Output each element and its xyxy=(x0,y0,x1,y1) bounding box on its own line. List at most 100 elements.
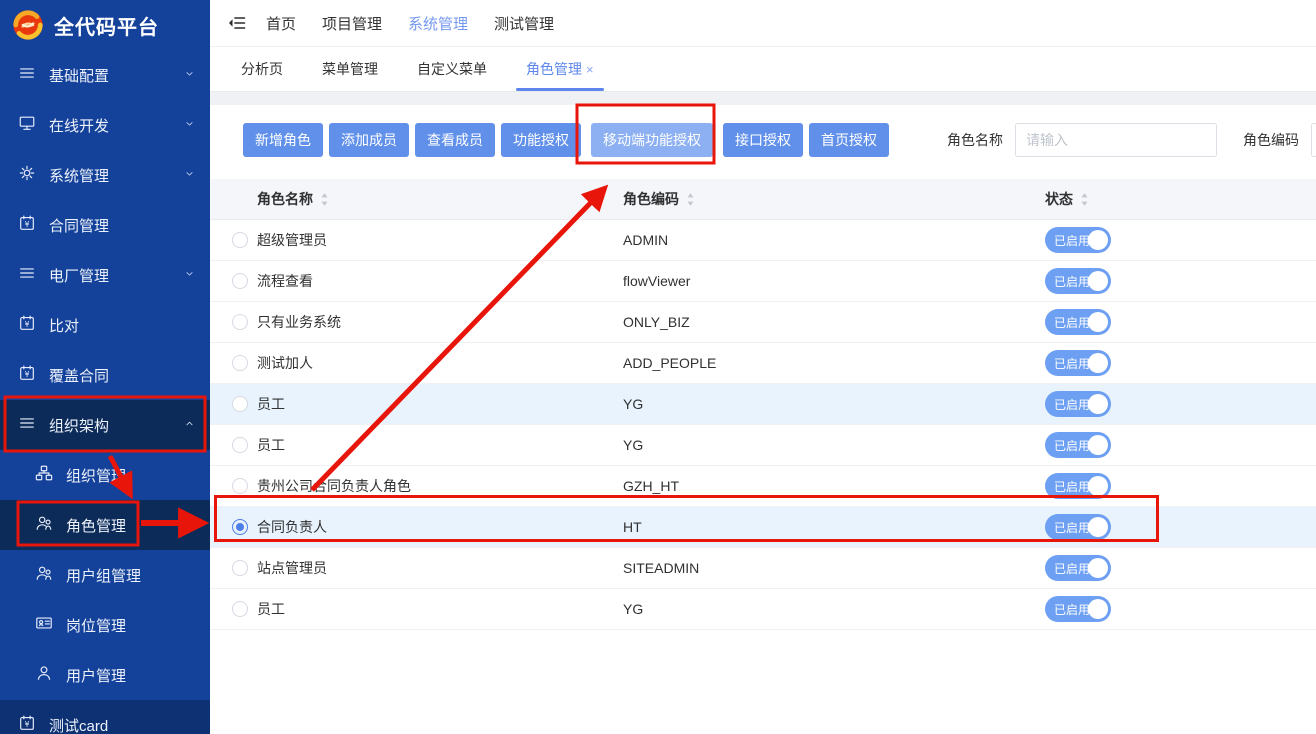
sidebar-item-plant-mgmt[interactable]: 电厂管理 xyxy=(0,250,210,300)
sidebar: 全代码平台 基础配置 在线开发 系统管理 合同管理 电厂管理 比对 覆盖合同 组… xyxy=(0,0,210,734)
table-row[interactable]: 员工 YG 已启用 xyxy=(210,384,1316,425)
column-header-role-code[interactable]: 角色编码 xyxy=(623,189,1045,209)
tab-menu-mgmt[interactable]: 菜单管理 xyxy=(319,47,381,91)
status-toggle-label: 已启用 xyxy=(1054,314,1090,331)
status-toggle-label: 已启用 xyxy=(1054,560,1090,577)
toggle-knob xyxy=(1088,394,1108,414)
sidebar-item-cover-contract[interactable]: 覆盖合同 xyxy=(0,350,210,400)
tab-custom-menu[interactable]: 自定义菜单 xyxy=(414,47,490,91)
table-row[interactable]: 员工 YG 已启用 xyxy=(210,589,1316,630)
row-radio[interactable] xyxy=(232,232,248,248)
table-row[interactable]: 贵州公司合同负责人角色 GZH_HT 已启用 xyxy=(210,466,1316,507)
nav-item-test-mgmt[interactable]: 测试管理 xyxy=(494,13,554,34)
sidebar-item-contract-mgmt[interactable]: 合同管理 xyxy=(0,200,210,250)
status-toggle[interactable]: 已启用 xyxy=(1045,432,1111,458)
role-name-cell: 流程查看 xyxy=(257,271,313,291)
table-header: 角色名称 角色编码 状态 xyxy=(210,179,1316,220)
table-row[interactable]: 只有业务系统 ONLY_BIZ 已启用 xyxy=(210,302,1316,343)
role-code-cell: YG xyxy=(623,601,1045,617)
role-name-cell: 员工 xyxy=(257,599,285,619)
contract-icon xyxy=(18,314,36,336)
sidebar-item-compare[interactable]: 比对 xyxy=(0,300,210,350)
table-row[interactable]: 超级管理员 ADMIN 已启用 xyxy=(210,220,1316,261)
contract-icon xyxy=(18,714,36,734)
status-toggle-label: 已启用 xyxy=(1054,601,1090,618)
sidebar-item-user-group-mgmt[interactable]: 用户组管理 xyxy=(0,550,210,600)
tab-analysis[interactable]: 分析页 xyxy=(238,47,286,91)
sidebar-item-user-mgmt[interactable]: 用户管理 xyxy=(0,650,210,700)
status-toggle-label: 已启用 xyxy=(1054,437,1090,454)
toggle-knob xyxy=(1088,517,1108,537)
status-toggle[interactable]: 已启用 xyxy=(1045,473,1111,499)
column-header-role-name[interactable]: 角色名称 xyxy=(210,189,623,209)
lines-icon xyxy=(18,64,36,86)
table-row[interactable]: 站点管理员 SITEADMIN 已启用 xyxy=(210,548,1316,589)
toolbar: 新增角色添加成员查看成员功能授权移动端功能授权接口授权首页授权 角色名称 角色编… xyxy=(210,105,1316,179)
sidebar-item-role-mgmt[interactable]: 角色管理 xyxy=(0,500,210,550)
role-name-cell: 合同负责人 xyxy=(257,517,327,537)
api-auth-button[interactable]: 接口授权 xyxy=(723,123,803,157)
nav-item-project-mgmt[interactable]: 项目管理 xyxy=(322,13,382,34)
sidebar-item-org-mgmt[interactable]: 组织管理 xyxy=(0,450,210,500)
role-code-cell: GZH_HT xyxy=(623,478,1045,494)
nav-item-system-mgmt[interactable]: 系统管理 xyxy=(408,13,468,34)
role-name-label: 角色名称 xyxy=(947,130,1003,150)
app-root: 全代码平台 基础配置 在线开发 系统管理 合同管理 电厂管理 比对 覆盖合同 组… xyxy=(0,0,1316,734)
role-code-input[interactable] xyxy=(1311,123,1316,157)
add-member-button[interactable]: 添加成员 xyxy=(329,123,409,157)
sidebar-item-test-card[interactable]: 测试card xyxy=(0,700,210,734)
status-toggle-label: 已启用 xyxy=(1054,396,1090,413)
row-radio[interactable] xyxy=(232,519,248,535)
toggle-knob xyxy=(1088,435,1108,455)
view-members-button[interactable]: 查看成员 xyxy=(415,123,495,157)
tab-close-icon[interactable]: × xyxy=(586,63,594,76)
table-row[interactable]: 员工 YG 已启用 xyxy=(210,425,1316,466)
menu-fold-icon[interactable] xyxy=(227,13,247,33)
row-radio[interactable] xyxy=(232,396,248,412)
row-radio[interactable] xyxy=(232,273,248,289)
main-area: 首页 项目管理 系统管理 测试管理 分析页 菜单管理 自定义菜单 角色管理 × 新增角… xyxy=(210,0,1316,734)
row-radio[interactable] xyxy=(232,355,248,371)
function-auth-button[interactable]: 功能授权 xyxy=(501,123,581,157)
home-auth-button[interactable]: 首页授权 xyxy=(809,123,889,157)
sidebar-item-system-mgmt[interactable]: 系统管理 xyxy=(0,150,210,200)
nav-item-home[interactable]: 首页 xyxy=(266,13,296,34)
role-name-cell: 测试加人 xyxy=(257,353,313,373)
toggle-knob xyxy=(1088,558,1108,578)
sidebar-item-basic-config[interactable]: 基础配置 xyxy=(0,50,210,100)
sort-icon xyxy=(686,192,695,207)
role-code-cell: ADD_PEOPLE xyxy=(623,355,1045,371)
sidebar-item-online-dev[interactable]: 在线开发 xyxy=(0,100,210,150)
status-toggle[interactable]: 已启用 xyxy=(1045,350,1111,376)
tab-role-mgmt[interactable]: 角色管理 × xyxy=(523,47,597,91)
sidebar-item-post-mgmt[interactable]: 岗位管理 xyxy=(0,600,210,650)
table-row[interactable]: 测试加人 ADD_PEOPLE 已启用 xyxy=(210,343,1316,384)
table-row[interactable]: 合同负责人 HT 已启用 xyxy=(210,507,1316,548)
mobile-function-auth-button[interactable]: 移动端功能授权 xyxy=(591,123,713,157)
role-code-cell: ONLY_BIZ xyxy=(623,314,1045,330)
status-toggle[interactable]: 已启用 xyxy=(1045,309,1111,335)
status-toggle[interactable]: 已启用 xyxy=(1045,227,1111,253)
role-name-input[interactable] xyxy=(1015,123,1217,157)
row-radio[interactable] xyxy=(232,478,248,494)
status-toggle[interactable]: 已启用 xyxy=(1045,268,1111,294)
row-radio[interactable] xyxy=(232,560,248,576)
row-radio[interactable] xyxy=(232,437,248,453)
status-toggle[interactable]: 已启用 xyxy=(1045,514,1111,540)
role-name-cell: 贵州公司合同负责人角色 xyxy=(257,476,411,496)
status-toggle[interactable]: 已启用 xyxy=(1045,391,1111,417)
table-body: 超级管理员 ADMIN 已启用 流程查看 flowViewer 已启用 只有业务… xyxy=(210,220,1316,630)
status-toggle[interactable]: 已启用 xyxy=(1045,555,1111,581)
role-code-cell: ADMIN xyxy=(623,232,1045,248)
role-code-cell: YG xyxy=(623,437,1045,453)
column-header-status[interactable]: 状态 xyxy=(1045,189,1316,209)
row-radio[interactable] xyxy=(232,601,248,617)
table-row[interactable]: 流程查看 flowViewer 已启用 xyxy=(210,261,1316,302)
sidebar-item-org-structure[interactable]: 组织架构 xyxy=(0,400,210,450)
users-icon xyxy=(35,564,53,586)
status-toggle[interactable]: 已启用 xyxy=(1045,596,1111,622)
role-name-cell: 站点管理员 xyxy=(257,558,327,578)
add-role-button[interactable]: 新增角色 xyxy=(243,123,323,157)
role-name-cell: 只有业务系统 xyxy=(257,312,341,332)
row-radio[interactable] xyxy=(232,314,248,330)
